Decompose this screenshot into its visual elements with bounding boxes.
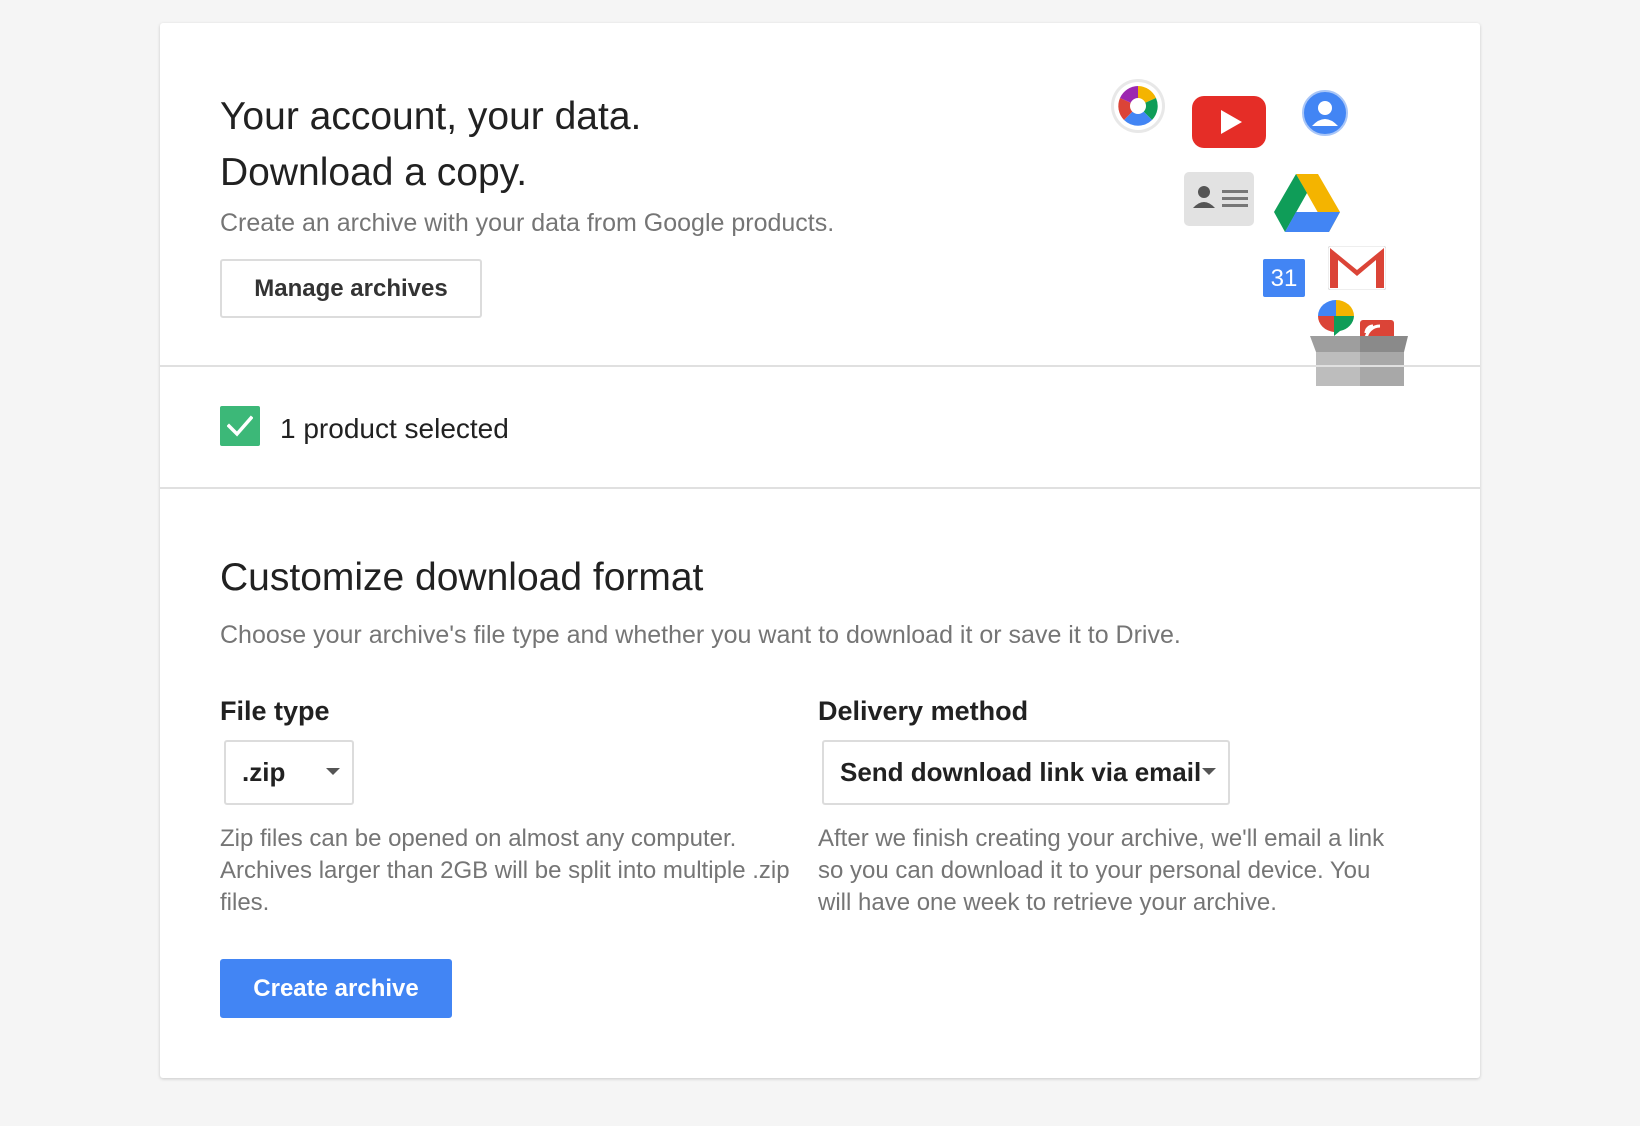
delivery-method-help: After we finish creating your archive, w… [818,825,1385,916]
manage-archives-button[interactable]: Manage archives [220,259,482,318]
file-type-value: .zip [242,757,286,787]
calendar-day: 31 [1270,265,1298,292]
youtube-icon [1192,96,1266,148]
customize-title: Customize download format [220,556,704,599]
delivery-method-select[interactable]: Send download link via email [822,740,1230,805]
products-selected-label: 1 product selected [280,413,509,444]
divider-top [160,365,1480,367]
checkmark-icon [227,415,253,437]
gmail-icon [1328,246,1386,290]
hangouts-icon [1317,300,1354,336]
hero-subtitle: Create an archive with your data from Go… [220,209,835,237]
takeout-card: Your account, your data. Download a copy… [160,23,1480,1078]
delivery-method-value: Send download link via email [840,757,1202,787]
title-line-2: Download a copy. [220,151,528,194]
contacts-icon [1184,172,1254,226]
file-type-help: Zip files can be opened on almost any co… [220,825,790,916]
chevron-down-icon [1202,768,1216,775]
products-illustration: 31 [1110,78,1430,386]
delivery-method-label: Delivery method [818,696,1029,726]
drive-icon [1274,174,1340,232]
box-icon [1310,336,1408,386]
chevron-down-icon [326,768,340,775]
calendar-icon: 31 [1263,259,1305,297]
profile-icon [1302,90,1348,136]
title-line-1: Your account, your data. [220,95,642,138]
picasa-icon [1111,79,1165,133]
customize-subtitle: Choose your archive's file type and whet… [220,621,1181,649]
file-type-select[interactable]: .zip [224,740,354,805]
page-title: Your account, your data. Download a copy… [220,89,641,201]
product-checkbox[interactable] [220,406,260,446]
hero-section: Your account, your data. Download a copy… [160,23,1480,386]
create-archive-button[interactable]: Create archive [220,959,452,1018]
divider-bottom [160,487,1480,489]
file-type-label: File type [220,696,330,726]
